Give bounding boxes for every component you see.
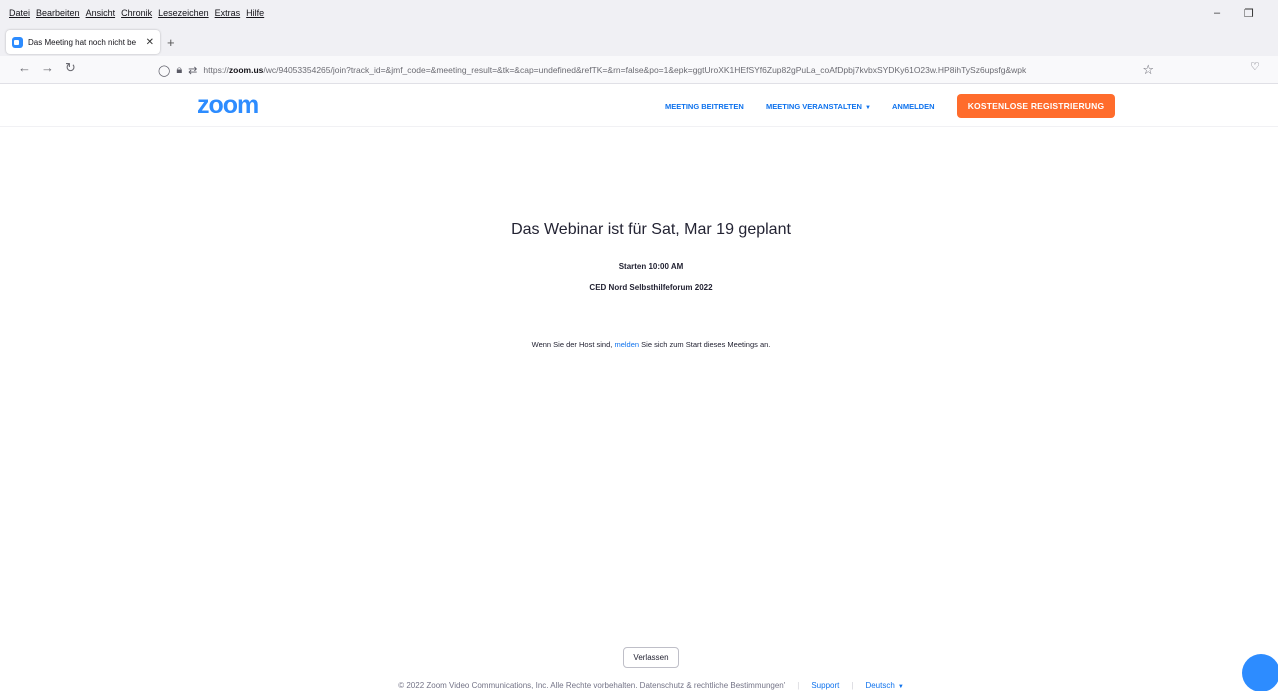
- sign-in-inline-link[interactable]: melden: [614, 340, 639, 349]
- footer-divider: |: [851, 681, 854, 690]
- start-time: Starten 10:00 AM: [618, 262, 684, 271]
- site-header: zoom MEETING BEITRETEN MEETING VERANSTAL…: [0, 85, 1278, 127]
- footer: © 2022 Zoom Video Communications, Inc. A…: [0, 681, 1278, 690]
- pocket-icon[interactable]: ♡: [1250, 60, 1260, 73]
- shield-icon[interactable]: ◯: [158, 64, 170, 77]
- menu-hilfe[interactable]: Hilfe: [246, 8, 264, 18]
- url-bar[interactable]: ◯ 🔒︎ ⇄ https://zoom.us/wc/94053354265/jo…: [158, 59, 1166, 81]
- close-icon[interactable]: ✕: [146, 37, 154, 48]
- menu-extras[interactable]: Extras: [215, 8, 241, 18]
- support-link[interactable]: Support: [811, 681, 839, 690]
- tab-title: Das Meeting hat noch nicht be: [28, 37, 137, 47]
- host-meeting-link[interactable]: MEETING VERANSTALTEN ▼: [766, 102, 871, 111]
- language-select[interactable]: Deutsch ▼: [865, 681, 903, 690]
- back-arrow-icon[interactable]: ←: [18, 60, 31, 75]
- host-meeting-label: MEETING VERANSTALTEN: [766, 102, 862, 111]
- restore-icon[interactable]: ❐: [1244, 0, 1254, 26]
- tab-bar: Das Meeting hat noch nicht be ✕ +: [0, 26, 1278, 56]
- footer-divider: |: [797, 681, 800, 690]
- menu-ansicht[interactable]: Ansicht: [86, 8, 116, 18]
- url-text[interactable]: https://zoom.us/wc/94053354265/join?trac…: [203, 65, 1103, 75]
- join-meeting-link[interactable]: MEETING BEITRETEN: [665, 102, 744, 111]
- zoom-favicon-icon: [12, 36, 23, 48]
- menu-chronik[interactable]: Chronik: [121, 8, 152, 18]
- menu-bar: Datei Bearbeiten Ansicht Chronik Lesezei…: [0, 0, 1278, 26]
- host-note-prefix: Wenn Sie der Host sind,: [531, 340, 615, 349]
- menu-datei[interactable]: Datei: [9, 8, 30, 18]
- language-label: Deutsch: [865, 681, 895, 690]
- reload-icon[interactable]: ↻: [65, 60, 76, 76]
- copyright-text: © 2022 Zoom Video Communications, Inc. A…: [398, 681, 786, 690]
- chat-bubble-icon[interactable]: [1242, 654, 1278, 691]
- leave-button[interactable]: Verlassen: [623, 647, 679, 668]
- navigation-toolbar: ← → ↻ ◯ 🔒︎ ⇄ https://zoom.us/wc/94053354…: [0, 56, 1278, 84]
- webinar-topic: CED Nord Selbsthilfeforum 2022: [589, 283, 713, 292]
- webinar-title: Das Webinar ist für Sat, Mar 19 geplant: [511, 221, 791, 238]
- caret-down-icon: ▼: [864, 105, 871, 111]
- tab-zoom-meeting[interactable]: Das Meeting hat noch nicht be ✕: [6, 30, 160, 54]
- host-login-note: Wenn Sie der Host sind, melden Sie sich …: [0, 340, 1278, 349]
- new-tab-plus-icon[interactable]: +: [167, 35, 175, 50]
- forward-arrow-icon[interactable]: →: [41, 60, 54, 75]
- minimize-icon[interactable]: –: [1214, 0, 1220, 26]
- sign-in-link[interactable]: ANMELDEN: [892, 102, 935, 111]
- bookmark-star-icon[interactable]: ☆: [1142, 62, 1154, 78]
- free-register-button[interactable]: KOSTENLOSE REGISTRIERUNG: [957, 94, 1115, 118]
- zoom-logo[interactable]: zoom: [197, 91, 259, 120]
- host-note-suffix: Sie sich zum Start dieses Meetings an.: [639, 340, 771, 349]
- permissions-icon[interactable]: ⇄: [188, 64, 197, 77]
- menu-lesezeichen[interactable]: Lesezeichen: [158, 8, 209, 18]
- lock-icon[interactable]: 🔒︎: [176, 64, 182, 77]
- menu-bearbeiten[interactable]: Bearbeiten: [36, 8, 80, 18]
- caret-down-icon: ▼: [897, 684, 904, 690]
